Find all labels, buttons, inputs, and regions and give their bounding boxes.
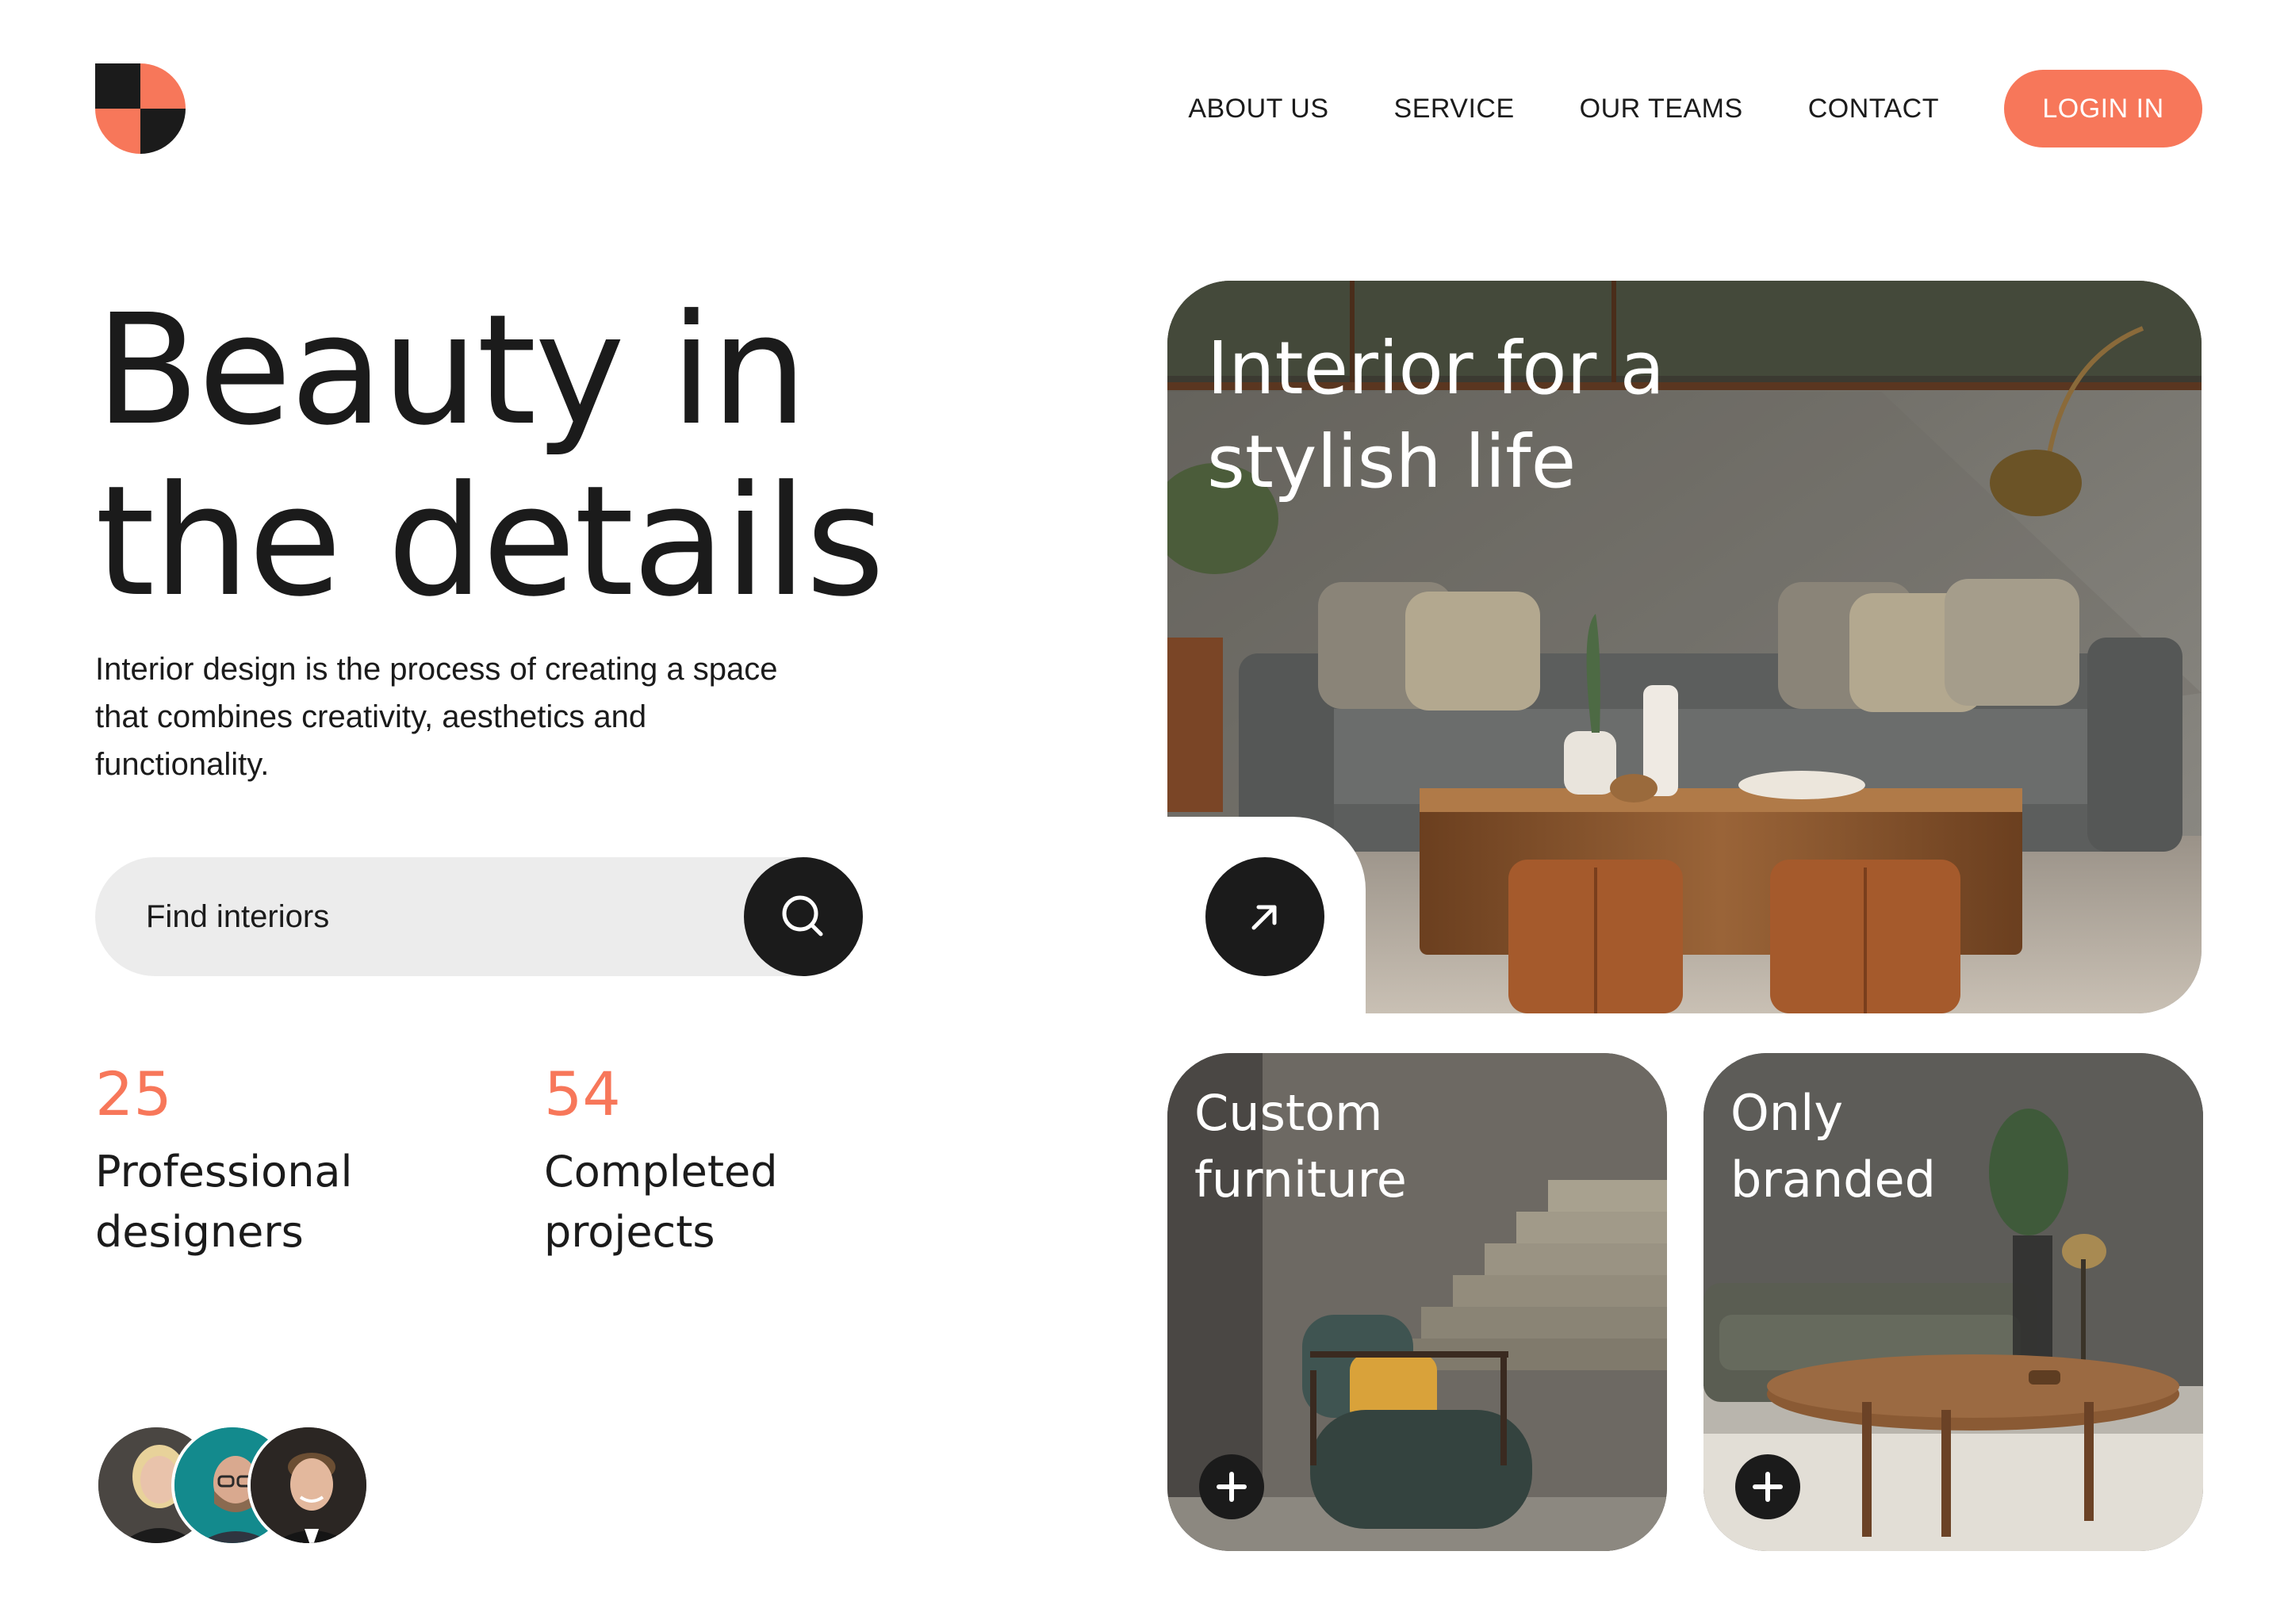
nav-contact[interactable]: CONTACT [1808, 94, 1939, 124]
nav-service[interactable]: SERVICE [1394, 94, 1515, 124]
add-button[interactable] [1735, 1454, 1800, 1519]
plus-icon [1217, 1472, 1247, 1502]
hero-title: Beauty in the details [95, 285, 999, 628]
search-icon [782, 895, 823, 936]
nav-our-teams[interactable]: OUR TEAMS [1580, 94, 1743, 124]
add-button[interactable] [1199, 1454, 1264, 1519]
search-bar [95, 857, 863, 976]
stat-number: 25 [95, 1059, 172, 1129]
hero-title-line-1: Beauty in [95, 282, 807, 459]
stat-number: 54 [544, 1059, 621, 1129]
stat-label: Completed projects [544, 1147, 778, 1257]
card-custom-furniture[interactable]: Custom furniture [1167, 1053, 1667, 1551]
nav-about-us[interactable]: ABOUT US [1188, 94, 1328, 124]
plus-icon [1753, 1472, 1783, 1502]
hero-title-line-2: the details [95, 454, 885, 630]
stat-designers: 25 Professional designers [95, 1055, 381, 1262]
team-avatars[interactable] [95, 1424, 381, 1546]
search-input[interactable] [146, 857, 701, 976]
card-title: Only branded [1730, 1084, 1936, 1208]
card-only-branded[interactable]: Only branded [1703, 1053, 2203, 1551]
smiling-man-avatar [247, 1424, 370, 1546]
quarter-circles-logo-icon [95, 63, 186, 154]
arrow-up-right-icon [1251, 905, 1277, 930]
card-title: Custom furniture [1194, 1084, 1407, 1208]
stat-label: Professional designers [95, 1147, 353, 1257]
main-nav: ABOUT US SERVICE OUR TEAMS CONTACT LOGIN… [1188, 70, 2202, 147]
hero-description: Interior design is the process of creati… [95, 652, 778, 782]
stat-projects: 54 Completed projects [544, 1055, 830, 1262]
brand-logo[interactable] [95, 63, 186, 154]
search-button[interactable] [744, 857, 863, 976]
open-card-button[interactable] [1205, 857, 1324, 976]
login-button[interactable]: LOGIN IN [2004, 70, 2202, 147]
card-title: Interior for a stylish life [1207, 326, 1665, 504]
